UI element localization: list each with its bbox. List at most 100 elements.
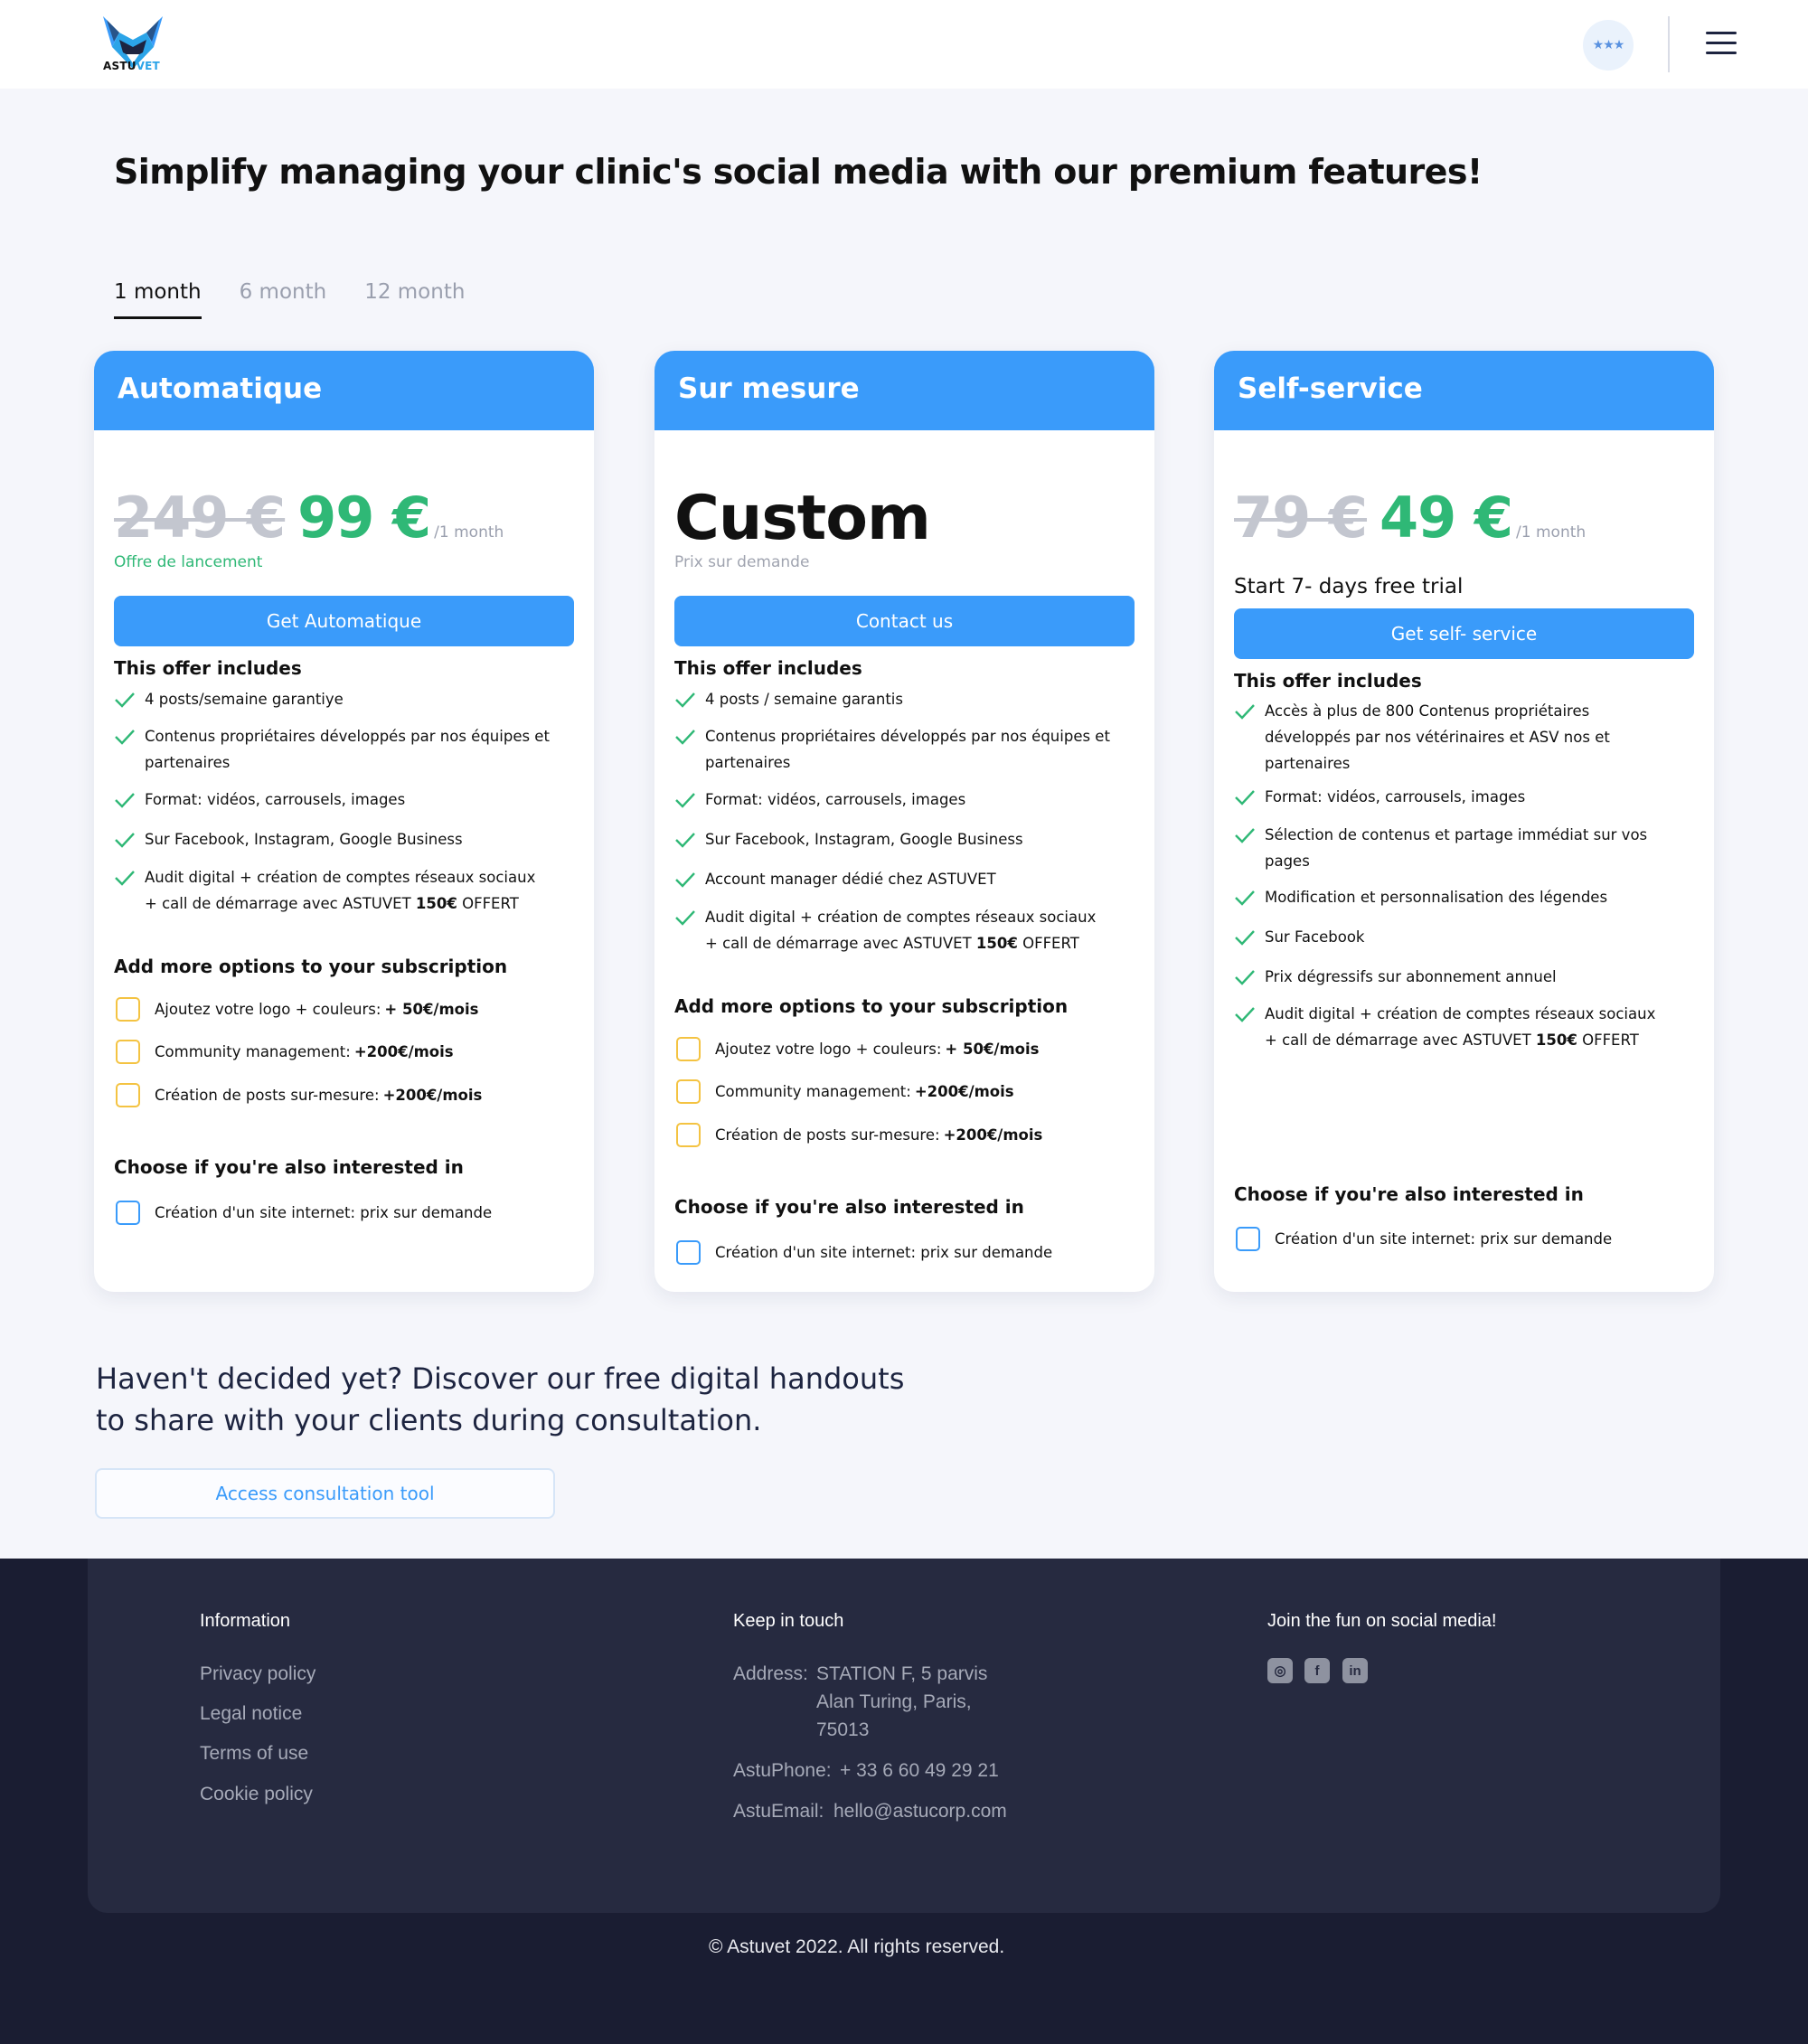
terms-of-use-link[interactable]: Terms of use bbox=[200, 1743, 308, 1765]
get-self-service-button[interactable]: Get self- service bbox=[1234, 608, 1694, 659]
free-trial-note: Start 7- days free trial bbox=[1234, 575, 1464, 598]
check-icon bbox=[674, 723, 705, 776]
plan-card-self-service: Self-service 79 € 49 € /1 month Start 7-… bbox=[1214, 351, 1714, 1292]
feature-item: Format: vidéos, carrousels, images bbox=[114, 787, 575, 813]
feature-item: Sur Facebook, Instagram, Google Business bbox=[114, 826, 575, 852]
feature-item: Modification et personnalisation des lég… bbox=[1234, 884, 1695, 910]
feature-item: Contenus propriétaires développés par no… bbox=[114, 723, 575, 776]
address-value: STATION F, 5 parvis Alan Turing, Paris, … bbox=[816, 1663, 988, 1740]
feature-item: Audit digital + création de comptes rése… bbox=[114, 864, 575, 917]
interest-title: Choose if you're also interested in bbox=[114, 1156, 464, 1178]
option-checkbox[interactable] bbox=[116, 1040, 140, 1064]
launch-offer-note: Offre de lancement bbox=[114, 553, 263, 571]
plan-card-sur-mesure: Sur mesure Custom Prix sur demande Conta… bbox=[654, 351, 1154, 1292]
feature-item: Account manager dédié chez ASTUVET bbox=[674, 866, 1135, 892]
current-price: 99 € bbox=[297, 485, 431, 551]
plan-name: Self-service bbox=[1214, 351, 1714, 430]
footer-social-title: Join the fun on social media! bbox=[1267, 1611, 1497, 1631]
tab-1-month[interactable]: 1 month bbox=[114, 280, 202, 319]
price-row: 249 € 99 € /1 month bbox=[114, 485, 504, 551]
plan-name: Sur mesure bbox=[654, 351, 1154, 430]
check-icon bbox=[114, 787, 145, 813]
rating-badge[interactable]: ★★★ bbox=[1583, 20, 1634, 71]
option-community-management: Community management: +200€/mois bbox=[116, 1040, 454, 1064]
price-on-request-note: Prix sur demande bbox=[674, 553, 810, 571]
option-community-management: Community management: +200€/mois bbox=[676, 1079, 1014, 1104]
feature-item: Prix dégressifs sur abonnement annuel bbox=[1234, 964, 1695, 990]
access-consultation-tool-button[interactable]: Access consultation tool bbox=[95, 1468, 555, 1519]
option-checkbox[interactable] bbox=[676, 1079, 701, 1104]
check-icon bbox=[674, 866, 705, 892]
option-checkbox[interactable] bbox=[676, 1037, 701, 1061]
interest-website: Création d'un site internet: prix sur de… bbox=[676, 1240, 1052, 1265]
feature-item: Sélection de contenus et partage immédia… bbox=[1234, 822, 1695, 874]
interest-title: Choose if you're also interested in bbox=[674, 1196, 1024, 1218]
options-title: Add more options to your subscription bbox=[674, 995, 1069, 1017]
email-value[interactable]: hello@astucorp.com bbox=[833, 1797, 1007, 1825]
cookie-policy-link[interactable]: Cookie policy bbox=[200, 1784, 313, 1805]
linkedin-icon[interactable]: in bbox=[1342, 1658, 1368, 1683]
option-checkbox[interactable] bbox=[116, 997, 140, 1022]
check-icon bbox=[114, 864, 145, 917]
feature-item: Format: vidéos, carrousels, images bbox=[1234, 784, 1695, 810]
feature-item: Accès à plus de 800 Contenus propriétair… bbox=[1234, 698, 1695, 777]
option-custom-posts: Création de posts sur-mesure: +200€/mois bbox=[676, 1123, 1042, 1147]
tab-6-month[interactable]: 6 month bbox=[240, 280, 327, 319]
plan-card-automatique: Automatique 249 € 99 € /1 month Offre de… bbox=[94, 351, 594, 1292]
feature-item: Audit digital + création de comptes rése… bbox=[674, 904, 1135, 956]
check-icon bbox=[674, 787, 705, 813]
current-price: 49 € bbox=[1380, 485, 1513, 551]
top-header: ASTUVET ★★★ bbox=[0, 0, 1808, 89]
footer-information-title: Information bbox=[200, 1611, 291, 1631]
contact-us-button[interactable]: Contact us bbox=[674, 596, 1135, 646]
interest-website: Création d'un site internet: prix sur de… bbox=[1236, 1227, 1612, 1251]
includes-title: This offer includes bbox=[1234, 670, 1422, 692]
phone-label: AstuPhone: bbox=[733, 1760, 832, 1781]
includes-title: This offer includes bbox=[674, 657, 862, 679]
options-title: Add more options to your subscription bbox=[114, 956, 508, 977]
includes-title: This offer includes bbox=[114, 657, 302, 679]
check-icon bbox=[114, 686, 145, 712]
check-icon bbox=[1234, 784, 1265, 810]
check-icon bbox=[114, 723, 145, 776]
option-checkbox[interactable] bbox=[116, 1083, 140, 1107]
interest-checkbox[interactable] bbox=[116, 1201, 140, 1225]
price-row: 79 € 49 € /1 month bbox=[1234, 485, 1586, 551]
check-icon bbox=[1234, 822, 1265, 874]
interest-checkbox[interactable] bbox=[1236, 1227, 1260, 1251]
check-icon bbox=[1234, 698, 1265, 777]
phone-value[interactable]: + 33 6 60 49 29 21 bbox=[840, 1757, 999, 1785]
page-title: Simplify managing your clinic's social m… bbox=[114, 152, 1483, 192]
interest-checkbox[interactable] bbox=[676, 1240, 701, 1265]
logo-wordmark: ASTUVET bbox=[103, 60, 160, 72]
check-icon bbox=[674, 904, 705, 956]
check-icon bbox=[1234, 1001, 1265, 1053]
option-checkbox[interactable] bbox=[676, 1123, 701, 1147]
hamburger-menu-icon[interactable] bbox=[1706, 32, 1737, 57]
privacy-policy-link[interactable]: Privacy policy bbox=[200, 1663, 315, 1685]
copyright: © Astuvet 2022. All rights reserved. bbox=[709, 1936, 1005, 1957]
check-icon bbox=[1234, 924, 1265, 950]
price-period: /1 month bbox=[1516, 523, 1587, 542]
email-label: AstuEmail: bbox=[733, 1801, 824, 1822]
get-automatique-button[interactable]: Get Automatique bbox=[114, 596, 574, 646]
address-label: Address: bbox=[733, 1663, 808, 1684]
facebook-icon[interactable]: f bbox=[1304, 1658, 1330, 1683]
check-icon bbox=[674, 826, 705, 852]
feature-item: 4 posts / semaine garantis bbox=[674, 686, 1135, 712]
feature-item: 4 posts/semaine garantiye bbox=[114, 686, 575, 712]
check-icon bbox=[674, 686, 705, 712]
interest-website: Création d'un site internet: prix sur de… bbox=[116, 1201, 492, 1225]
feature-item: Contenus propriétaires développés par no… bbox=[674, 723, 1135, 776]
copyright-icon: © bbox=[709, 1936, 728, 1957]
old-price: 79 € bbox=[1234, 485, 1368, 551]
option-logo-colors: Ajoutez votre logo + couleurs: + 50€/moi… bbox=[116, 997, 478, 1022]
plan-name: Automatique bbox=[94, 351, 594, 430]
legal-notice-link[interactable]: Legal notice bbox=[200, 1703, 302, 1725]
footer-contact-title: Keep in touch bbox=[733, 1611, 844, 1631]
option-custom-posts: Création de posts sur-mesure: +200€/mois bbox=[116, 1083, 482, 1107]
tab-12-month[interactable]: 12 month bbox=[364, 280, 465, 319]
feature-item: Format: vidéos, carrousels, images bbox=[674, 787, 1135, 813]
feature-item: Audit digital + création de comptes rése… bbox=[1234, 1001, 1695, 1053]
instagram-icon[interactable]: ◎ bbox=[1267, 1658, 1293, 1683]
